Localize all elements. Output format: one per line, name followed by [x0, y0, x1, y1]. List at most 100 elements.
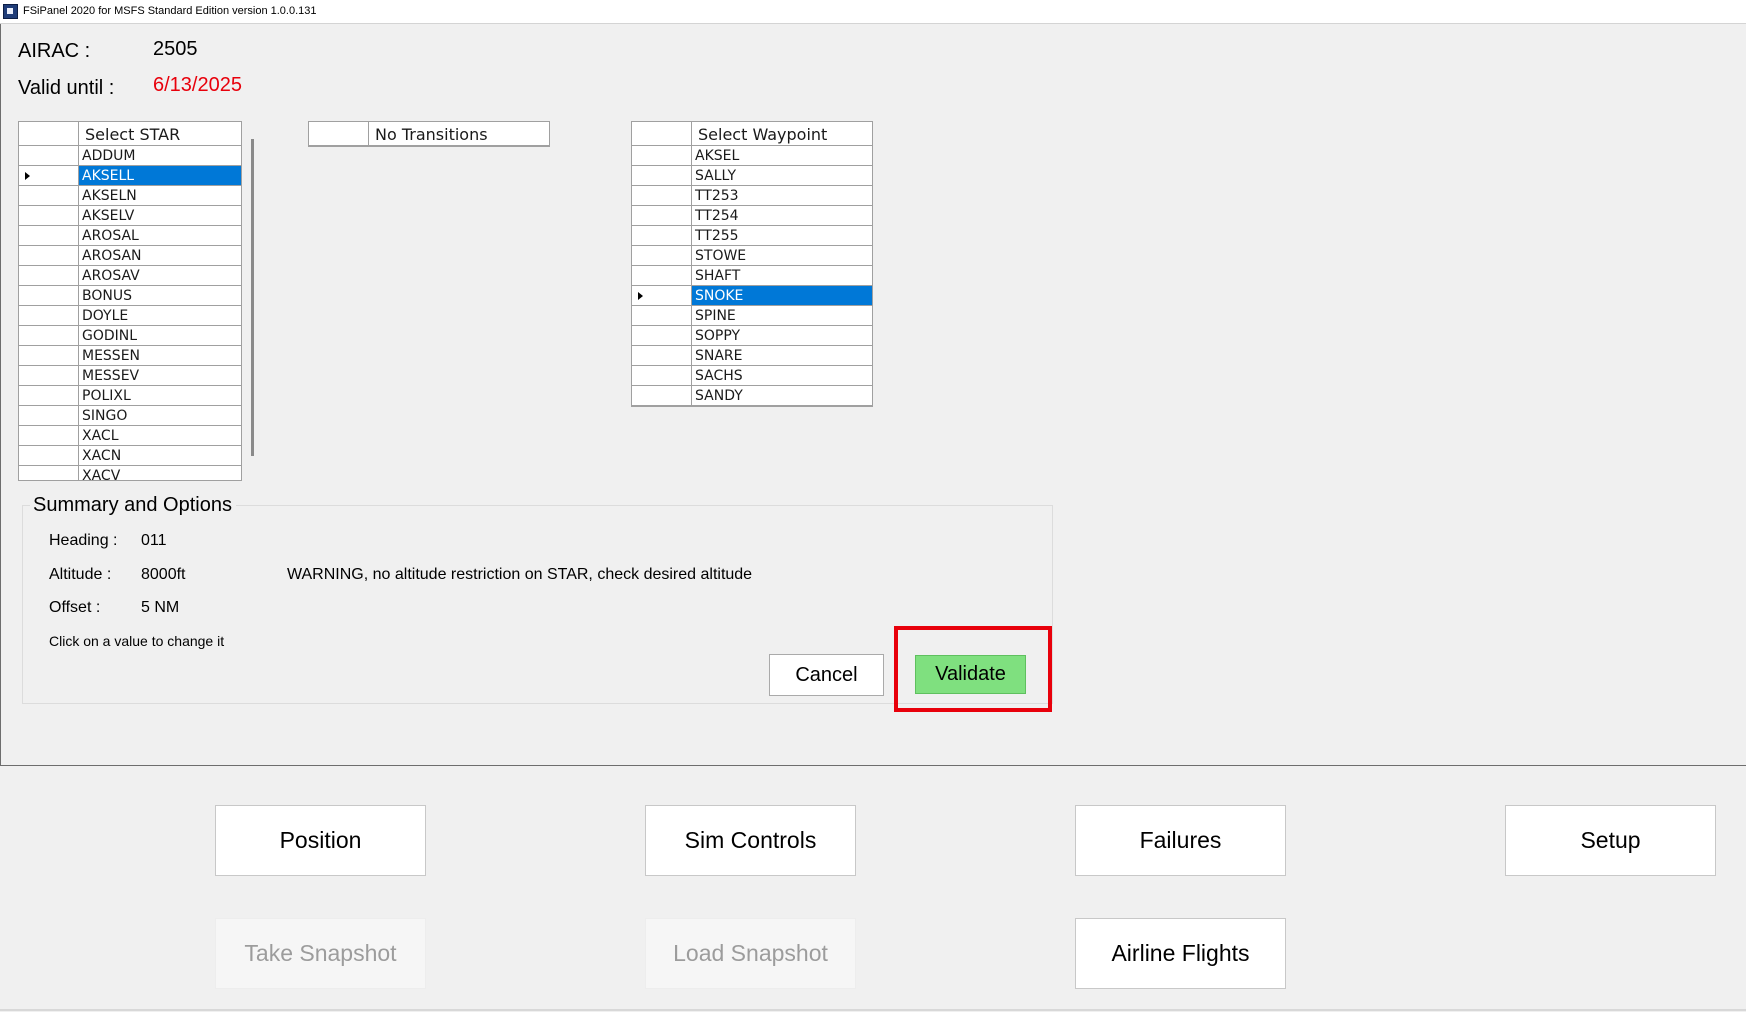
waypoint-row-label[interactable]: SHAFT [692, 266, 872, 285]
waypoint-row-label[interactable]: TT254 [692, 206, 872, 225]
row-header[interactable] [632, 266, 692, 285]
row-header[interactable] [19, 146, 79, 165]
star-row-label[interactable]: XACL [79, 426, 241, 445]
star-row[interactable]: XACV [19, 466, 241, 480]
row-header[interactable] [19, 446, 79, 465]
waypoint-row[interactable]: SHAFT [632, 266, 872, 286]
star-grid-scrollbar[interactable] [251, 139, 254, 456]
star-grid[interactable]: Select STAR ADDUM AKSELL AKSELN AKSELV AROSA… [18, 121, 242, 481]
star-row[interactable]: XACL [19, 426, 241, 446]
row-header[interactable] [632, 306, 692, 325]
waypoint-row[interactable]: SANDY [632, 386, 872, 406]
star-row-label[interactable]: MESSEV [79, 366, 241, 385]
star-row[interactable]: DOYLE [19, 306, 241, 326]
row-header[interactable] [19, 426, 79, 445]
star-row[interactable]: ADDUM [19, 146, 241, 166]
cancel-button[interactable]: Cancel [769, 654, 884, 696]
waypoint-row-label[interactable]: TT253 [692, 186, 872, 205]
star-row-label[interactable]: XACV [79, 466, 241, 480]
star-row-label[interactable]: AROSAV [79, 266, 241, 285]
waypoint-row-label[interactable]: SPINE [692, 306, 872, 325]
star-row[interactable]: AKSELN [19, 186, 241, 206]
waypoint-row-label[interactable]: SALLY [692, 166, 872, 185]
waypoint-row[interactable]: TT255 [632, 226, 872, 246]
airline-flights-button[interactable]: Airline Flights [1075, 918, 1286, 989]
star-row-label[interactable]: GODINL [79, 326, 241, 345]
star-row[interactable]: XACN [19, 446, 241, 466]
position-button[interactable]: Position [215, 805, 426, 876]
setup-button[interactable]: Setup [1505, 805, 1716, 876]
waypoint-row[interactable]: SNARE [632, 346, 872, 366]
star-row[interactable]: AKSELL [19, 166, 241, 186]
waypoint-row-label[interactable]: SACHS [692, 366, 872, 385]
star-row-label[interactable]: BONUS [79, 286, 241, 305]
row-header[interactable] [19, 366, 79, 385]
star-row[interactable]: MESSEV [19, 366, 241, 386]
offset-value[interactable]: 5 NM [141, 599, 179, 617]
row-header[interactable] [19, 346, 79, 365]
star-row-label[interactable]: AKSELL [79, 166, 241, 185]
waypoint-row[interactable]: STOWE [632, 246, 872, 266]
row-header[interactable] [632, 186, 692, 205]
waypoint-grid[interactable]: Select Waypoint AKSEL SALLY TT253 TT254 TT25… [631, 121, 873, 407]
row-header[interactable] [19, 326, 79, 345]
waypoint-row[interactable]: SACHS [632, 366, 872, 386]
waypoint-row[interactable]: SPINE [632, 306, 872, 326]
row-header[interactable] [19, 466, 79, 480]
row-header[interactable] [632, 206, 692, 225]
row-header[interactable] [19, 306, 79, 325]
row-header[interactable] [632, 346, 692, 365]
row-header[interactable] [19, 226, 79, 245]
waypoint-row-label[interactable]: SNARE [692, 346, 872, 365]
star-row-label[interactable]: MESSEN [79, 346, 241, 365]
row-header[interactable] [19, 206, 79, 225]
waypoint-row[interactable]: SALLY [632, 166, 872, 186]
star-row[interactable]: GODINL [19, 326, 241, 346]
row-header[interactable] [19, 286, 79, 305]
waypoint-row-label[interactable]: SNOKE [692, 286, 872, 305]
waypoint-row-label[interactable]: AKSEL [692, 146, 872, 165]
waypoint-row[interactable]: TT253 [632, 186, 872, 206]
failures-button[interactable]: Failures [1075, 805, 1286, 876]
row-header[interactable] [19, 406, 79, 425]
row-header[interactable] [632, 386, 692, 405]
waypoint-row[interactable]: TT254 [632, 206, 872, 226]
star-row-label[interactable]: ADDUM [79, 146, 241, 165]
row-header[interactable] [632, 166, 692, 185]
altitude-value[interactable]: 8000ft [141, 566, 185, 584]
transitions-column-header[interactable]: No Transitions [375, 125, 488, 144]
sim-controls-button[interactable]: Sim Controls [645, 805, 856, 876]
star-row[interactable]: AROSAN [19, 246, 241, 266]
transitions-grid[interactable]: No Transitions [308, 121, 550, 147]
star-row[interactable]: SINGO [19, 406, 241, 426]
star-row-label[interactable]: SINGO [79, 406, 241, 425]
row-header[interactable] [19, 186, 79, 205]
waypoint-row-label[interactable]: SANDY [692, 386, 872, 405]
validate-button[interactable]: Validate [915, 655, 1026, 694]
star-row[interactable]: MESSEN [19, 346, 241, 366]
star-row[interactable]: BONUS [19, 286, 241, 306]
star-row-label[interactable]: AROSAN [79, 246, 241, 265]
row-header[interactable] [19, 386, 79, 405]
row-header[interactable] [19, 166, 79, 185]
star-row-label[interactable]: AKSELV [79, 206, 241, 225]
star-row-label[interactable]: AKSELN [79, 186, 241, 205]
star-row-label[interactable]: AROSAL [79, 226, 241, 245]
star-row-label[interactable]: POLIXL [79, 386, 241, 405]
waypoint-row-label[interactable]: SOPPY [692, 326, 872, 345]
star-row[interactable]: AROSAL [19, 226, 241, 246]
waypoint-row-label[interactable]: TT255 [692, 226, 872, 245]
star-row[interactable]: AKSELV [19, 206, 241, 226]
row-header[interactable] [19, 266, 79, 285]
heading-value[interactable]: 011 [141, 532, 167, 550]
waypoint-row[interactable]: SOPPY [632, 326, 872, 346]
star-row[interactable]: POLIXL [19, 386, 241, 406]
star-column-header[interactable]: Select STAR [85, 125, 180, 144]
row-header[interactable] [632, 226, 692, 245]
star-row-label[interactable]: DOYLE [79, 306, 241, 325]
star-row[interactable]: AROSAV [19, 266, 241, 286]
star-row-label[interactable]: XACN [79, 446, 241, 465]
waypoint-column-header[interactable]: Select Waypoint [698, 125, 827, 144]
waypoint-row-label[interactable]: STOWE [692, 246, 872, 265]
row-header[interactable] [632, 366, 692, 385]
